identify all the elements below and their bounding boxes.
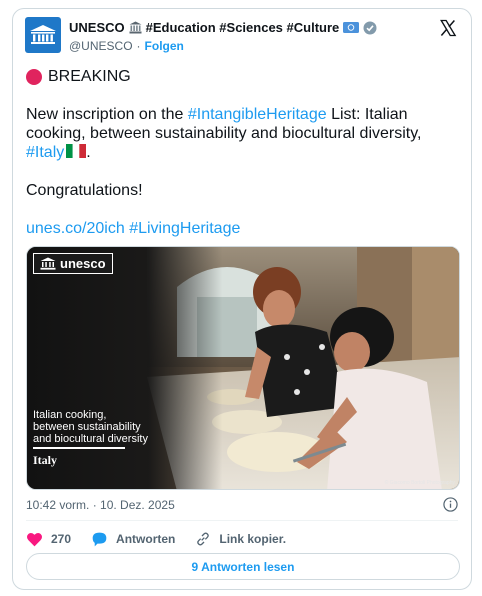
handle-separator: ·	[136, 39, 141, 53]
verified-badge-icon	[363, 21, 377, 35]
like-button[interactable]: 270	[26, 532, 71, 547]
hashtag-intangible-heritage[interactable]: #IntangibleHeritage	[188, 106, 327, 123]
media-country: Italy	[33, 453, 57, 467]
un-flag-icon	[343, 22, 360, 33]
tweet-period: .	[86, 144, 91, 161]
tweet-actions: 270 Antworten Link kopier.	[26, 528, 306, 550]
media-logo-text: unesco	[60, 256, 106, 271]
breaking-line: BREAKING	[26, 67, 131, 86]
tweet-paragraph: New inscription on the #IntangibleHerita…	[26, 105, 466, 162]
breaking-label: BREAKING	[48, 68, 131, 85]
author-name[interactable]: UNESCO	[69, 20, 125, 35]
author-handle-row: @UNESCO · Folgen	[69, 39, 184, 53]
caption-divider	[33, 447, 125, 449]
media-unesco-logo: unesco	[33, 253, 113, 274]
reply-button[interactable]: Antworten	[91, 532, 175, 547]
meta-divider	[26, 520, 458, 521]
copy-link-label: Link kopier.	[219, 532, 287, 546]
temple-logo-icon	[40, 257, 56, 270]
reply-bubble-icon	[92, 532, 107, 546]
media-caption-line-2: between sustainability	[33, 421, 141, 433]
author-name-row[interactable]: UNESCO #Education #Sciences #Culture	[69, 20, 377, 35]
temple-logo-icon	[30, 25, 56, 44]
media-caption: Italian cooking, between sustainability …	[33, 409, 148, 445]
reply-label: Antworten	[116, 532, 176, 546]
info-icon[interactable]	[443, 497, 458, 512]
copy-link-button[interactable]: Link kopier.	[195, 531, 286, 547]
cooking-photo	[27, 247, 459, 489]
author-name-suffix[interactable]: #Education #Sciences #Culture	[146, 20, 340, 35]
author-handle[interactable]: @UNESCO	[69, 39, 133, 53]
follow-button[interactable]: Folgen	[145, 39, 184, 53]
heart-icon	[27, 532, 42, 546]
red-circle-icon	[26, 68, 42, 85]
tweet-timestamp[interactable]: 10:42 vorm. · 10. Dez. 2025	[26, 498, 175, 512]
media-caption-line-3: and biocultural diversity	[33, 433, 148, 445]
short-link[interactable]: unes.co/20ich	[26, 220, 125, 237]
classical-building-icon	[129, 21, 142, 34]
congratulations-text: Congratulations!	[26, 182, 143, 199]
tweet-text-prefix: New inscription on the	[26, 106, 188, 123]
read-replies-button[interactable]: 9 Antworten lesen	[26, 553, 460, 580]
tweet-card: UNESCO #Education #Sciences #Culture @UN…	[12, 8, 472, 590]
italy-flag-icon	[66, 144, 87, 158]
photo-credit: © Giacomo Bortoli Photography	[384, 480, 455, 486]
tweet-media-image[interactable]: unesco Italian cooking, between sustaina…	[26, 246, 460, 490]
media-caption-line-1: Italian cooking,	[33, 409, 107, 421]
x-logo-icon[interactable]	[439, 19, 457, 37]
tweet-links: unes.co/20ich #LivingHeritage	[26, 219, 240, 238]
like-count: 270	[51, 532, 72, 546]
link-icon	[197, 532, 210, 546]
hashtag-italy[interactable]: #Italy	[26, 144, 64, 161]
unesco-avatar[interactable]	[25, 17, 61, 53]
hashtag-living-heritage[interactable]: #LivingHeritage	[129, 220, 240, 237]
